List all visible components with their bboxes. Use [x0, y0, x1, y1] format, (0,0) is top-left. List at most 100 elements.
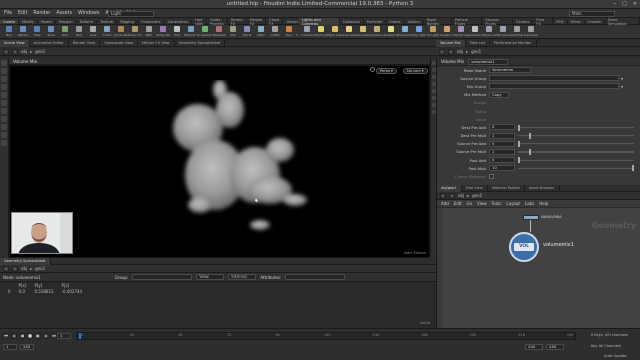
shelf-tool-camera[interactable]: Camera	[300, 25, 314, 37]
shelf-tab-lights-and-cameras[interactable]: Lights and Cameras	[299, 18, 340, 25]
tab-material-palette[interactable]: Material Palette	[488, 184, 526, 192]
tab-network-editor[interactable]: obj/geo1	[437, 184, 462, 192]
shelf-tool-null[interactable]: Null	[72, 25, 86, 37]
shelf-tool-distant-light[interactable]: Distant Light	[384, 25, 398, 37]
spreadsheet-intrinsic-menu[interactable]: Intrinsic	[228, 274, 257, 280]
node-name-field[interactable]: volumemix1	[468, 58, 509, 65]
display-option-icon[interactable]	[431, 61, 436, 65]
path-context[interactable]: obj	[458, 193, 464, 198]
shelf-tab-particle-fluids[interactable]: Particle Fluids	[452, 18, 483, 25]
shelf-tool-gi-light[interactable]: GI Light	[426, 25, 440, 37]
shelf-tab-rigging[interactable]: Rigging	[117, 19, 138, 24]
shelf-tool-helix[interactable]: Helix	[254, 25, 268, 37]
back-arrow-icon[interactable]: ‹	[440, 192, 446, 199]
shelf-tab-simple-fx[interactable]: Simple FX	[247, 18, 267, 25]
shelf-tab-polygon[interactable]: Polygon	[56, 19, 77, 24]
minimize-button[interactable]: –	[614, 1, 617, 7]
menu-render[interactable]: Render	[33, 11, 50, 16]
shelf-tab-wires[interactable]: Wires	[568, 19, 585, 24]
shelf-tool-volume-light[interactable]: Volume Light	[370, 25, 384, 37]
shelf-tool-switcher[interactable]: Switcher	[510, 25, 524, 37]
menu-edit[interactable]: Edit	[18, 11, 27, 16]
param-slider[interactable]	[518, 157, 634, 164]
shelf-tool-box[interactable]: Box	[2, 25, 16, 37]
shelf-tool-stereo-camera[interactable]: Stereo Camera	[482, 25, 496, 37]
shelf-tab-fem[interactable]: FEM	[553, 19, 568, 24]
network-menu-tools[interactable]: Tools	[492, 201, 502, 206]
handle-tool-icon[interactable]	[1, 92, 7, 98]
shelf-tab-terrain-fx[interactable]: Terrain FX	[228, 18, 247, 25]
shelf-tool-caustic-light[interactable]: Caustic Light	[440, 25, 454, 37]
path-node[interactable]: geo1	[472, 193, 482, 198]
points-icon[interactable]	[431, 82, 436, 86]
param-slider[interactable]	[518, 140, 634, 147]
network-menu-labs[interactable]: Labs	[525, 201, 534, 206]
tab-render-view[interactable]: Render View	[69, 39, 101, 47]
view-cube-icon[interactable]	[370, 67, 375, 72]
path-context[interactable]: obj	[21, 49, 27, 54]
tab-volume-mix[interactable]: Volume Mix	[436, 39, 466, 47]
shelf-tool-file[interactable]: File	[226, 25, 240, 37]
shelf-tool-l-system[interactable]: L-System	[198, 25, 212, 37]
param-checkbox[interactable]	[489, 174, 494, 180]
path-context[interactable]: obj	[21, 266, 27, 271]
forward-arrow-icon[interactable]: ›	[12, 265, 18, 272]
spreadsheet-view-menu[interactable]: View	[196, 274, 225, 280]
wireframe-icon[interactable]	[431, 75, 436, 79]
param-slider[interactable]	[518, 132, 634, 139]
table-row[interactable]: 0 0.0 0.558615 -0.402744	[4, 288, 86, 294]
timeline-track[interactable]: 1 24 48 72 96 120 144 168 192 216 240	[76, 332, 576, 340]
menu-windows[interactable]: Windows	[78, 11, 99, 16]
shelf-tab-rigid-bodies[interactable]: Rigid Bodies	[424, 18, 452, 25]
param-slider[interactable]	[518, 165, 634, 172]
start-frame-field[interactable]: 1	[3, 344, 17, 350]
back-arrow-icon[interactable]: ‹	[439, 48, 445, 55]
shelf-tool-pyro[interactable]: Pyro	[282, 25, 296, 37]
shelf-tab-viscous-fluids[interactable]: Viscous Fluids	[482, 18, 514, 25]
back-arrow-icon[interactable]: ‹	[3, 265, 9, 272]
menu-assets[interactable]: Assets	[56, 11, 72, 16]
tab-scene-view[interactable]: Scene View	[0, 39, 30, 47]
shelf-tool-line[interactable]: Line	[86, 25, 100, 37]
camera-menu[interactable]: No cam ▾	[403, 68, 428, 74]
shelf-tab-collisions[interactable]: Collisions	[340, 19, 364, 24]
shelf-tab-create[interactable]: Create	[0, 19, 19, 24]
shelf-tool-curve-bezier[interactable]: Curve Bezier	[114, 25, 128, 37]
back-arrow-icon[interactable]: ‹	[3, 48, 9, 55]
forward-arrow-icon[interactable]: ›	[12, 48, 18, 55]
path-context[interactable]: obj	[457, 49, 463, 54]
shelf-tab-oceans[interactable]: Oceans	[513, 19, 534, 24]
param-value-field[interactable]: 1	[489, 132, 515, 139]
grid-icon[interactable]	[431, 96, 436, 100]
tab-tree-view[interactable]: Tree View	[462, 184, 488, 192]
shelf-tool-path[interactable]: Path	[142, 25, 156, 37]
move-tool-icon[interactable]	[1, 68, 7, 74]
play-reverse-icon[interactable]: ◀	[19, 333, 25, 339]
shelf-tab-model[interactable]: Model	[38, 19, 56, 24]
network-menu-edit[interactable]: Edit	[454, 201, 462, 206]
shelf-tool-torus[interactable]: Torus	[44, 25, 58, 37]
shelf-tool-ambient-light[interactable]: Ambient Light	[468, 25, 482, 37]
path-node[interactable]: geo1	[35, 266, 45, 271]
slider-handle[interactable]	[529, 149, 531, 156]
shelf-tab-drive-simulation[interactable]: Drive Simulation	[605, 18, 640, 25]
view-tool-icon[interactable]	[1, 108, 7, 114]
shelf-tool-l-path[interactable]: L-Path	[268, 25, 282, 37]
shading-icon[interactable]	[431, 68, 436, 72]
shelf-tool-gamepad-camera[interactable]: Gamepad Camera	[524, 25, 538, 37]
background-icon[interactable]	[431, 110, 436, 114]
tab-geometry-spreadsheet-bottom[interactable]: Geometry Spreadsheet	[0, 257, 51, 265]
param-dropdown[interactable]: Copy	[489, 91, 509, 98]
slider-handle[interactable]	[529, 132, 531, 139]
slider-handle[interactable]	[518, 124, 520, 131]
build-selector[interactable]: Main	[569, 10, 615, 17]
volumemix-node[interactable]: VOL	[509, 232, 539, 262]
shelf-tool-area-light[interactable]: Area Light	[342, 25, 356, 37]
shelf-tool-tube[interactable]: Tube	[30, 25, 44, 37]
shelf-tool-environment-light[interactable]: Environment Light	[398, 25, 412, 37]
normals-icon[interactable]	[431, 89, 436, 93]
shelf-tool-point-light[interactable]: Point Light	[314, 25, 328, 37]
align-tool-icon[interactable]	[1, 140, 7, 146]
shelf-tab-volume[interactable]: Volume	[283, 20, 298, 24]
shelf-tab-texture[interactable]: Texture	[97, 19, 118, 24]
